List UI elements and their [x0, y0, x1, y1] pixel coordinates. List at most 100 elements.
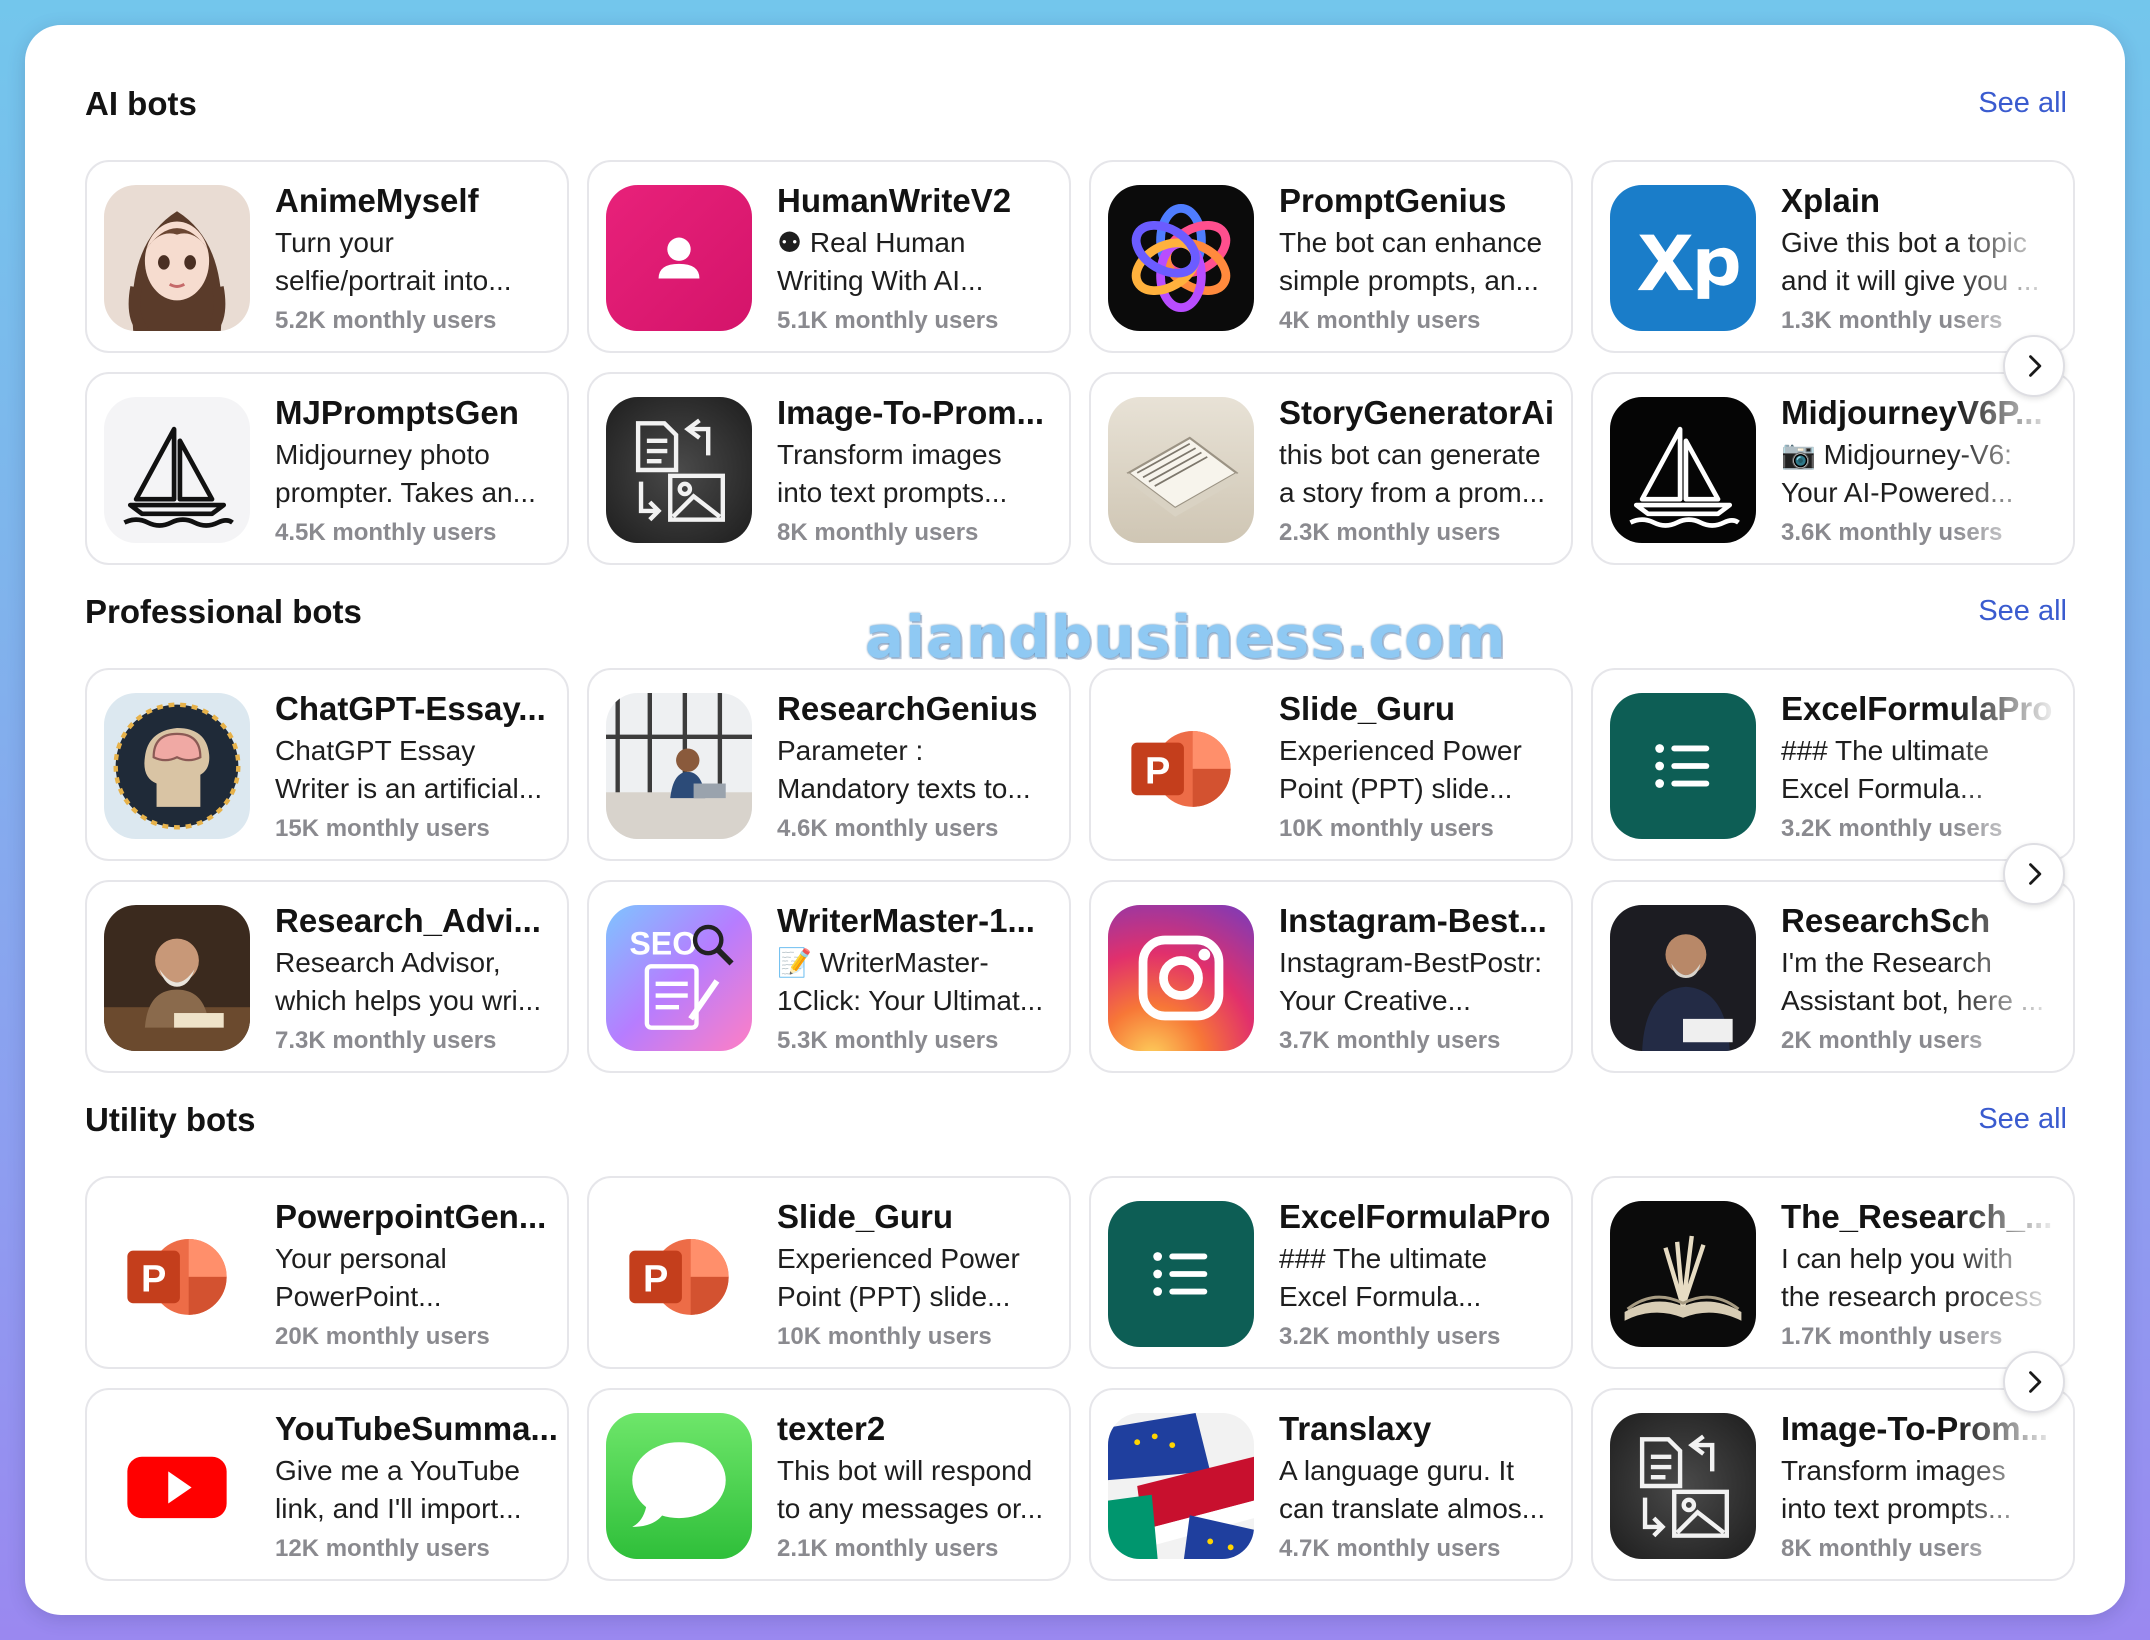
bot-card[interactable]: Instagram-Best... Instagram-BestPostr: You… — [1089, 880, 1573, 1073]
bot-card[interactable]: P Slide_Guru Experienced Power Point (PPT) … — [1089, 668, 1573, 861]
monthly-users-count: 2K monthly users — [1781, 1027, 1983, 1054]
bot-card[interactable]: P PowerpointGen... Your personal PowerPoint… — [85, 1176, 569, 1369]
bot-card[interactable]: SEO WriterMaster-1... 📝 WriterMaster- 1Cli… — [587, 880, 1071, 1073]
powerpoint-logo: P — [606, 1201, 752, 1347]
bot-card[interactable]: ResearchSch I'm the Research Assistant bot… — [1591, 880, 2075, 1073]
bot-card[interactable]: P Slide_Guru Experienced Power Point (PPT) … — [587, 1176, 1071, 1369]
monthly-users-count: 3.2K monthly users — [1781, 815, 2003, 842]
carousel-next-button[interactable] — [2003, 843, 2065, 905]
monthly-users-count: 1.3K monthly users — [1781, 307, 2003, 334]
bot-description-line: I'm the Research — [1781, 947, 1992, 978]
bot-description-line: ### The ultimate — [1279, 1243, 1488, 1274]
list-icon — [1108, 1201, 1254, 1347]
bot-description-line: ⚉ Real Human — [777, 227, 966, 258]
bot-description-line: to any messages or... — [777, 1493, 1044, 1524]
svg-text:P: P — [141, 1259, 166, 1301]
openai-logo — [1108, 185, 1254, 331]
bot-card[interactable]: StoryGeneratorAi this bot can generate a s… — [1089, 372, 1573, 565]
bot-description-line: 1Click: Your Ultimat... — [777, 985, 1044, 1016]
bot-name: ResearchGenius — [777, 690, 1038, 727]
monthly-users-count: 5.3K monthly users — [777, 1027, 999, 1054]
bot-description-line: Experienced Power — [1279, 735, 1522, 766]
bot-name: Instagram-Best... — [1279, 902, 1547, 939]
svg-text:SEO: SEO — [629, 926, 697, 962]
monthly-users-count: 10K monthly users — [777, 1323, 992, 1350]
see-all-link-utility-bots[interactable]: See all — [1978, 1103, 2067, 1136]
monthly-users-count: 4K monthly users — [1279, 307, 1481, 334]
bot-description: Transform images into text prompts... — [777, 436, 1059, 512]
sailboat-icon — [104, 397, 250, 543]
monthly-users-count: 8K monthly users — [777, 519, 979, 546]
bot-description-line: prompter. Takes an... — [275, 477, 536, 508]
bot-card[interactable]: MJPromptsGen Midjourney photo prompter. Ta… — [85, 372, 569, 565]
xp-logo — [1610, 185, 1756, 331]
bot-description-line: into text prompts... — [1781, 1493, 2012, 1524]
bot-name: StoryGeneratorAi — [1279, 394, 1555, 431]
bot-name: Xplain — [1781, 182, 1881, 219]
bot-description-line: Give this bot a topic — [1781, 227, 2027, 258]
svg-text:P: P — [643, 1259, 668, 1301]
bot-description-line: This bot will respond — [777, 1455, 1033, 1486]
bot-description: I can help you with the research process — [1781, 1240, 2063, 1316]
bot-card[interactable]: texter2 This bot will respond to any messa… — [587, 1388, 1071, 1581]
bot-card[interactable]: MidjourneyV6P... 📷 Midjourney-V6: Your AI-… — [1591, 372, 2075, 565]
bot-card[interactable]: Research_Advi... Research Advisor, which h… — [85, 880, 569, 1073]
bot-name: AnimeMyself — [275, 182, 479, 219]
bot-name: texter2 — [777, 1410, 886, 1447]
bot-description-line: can translate almos... — [1279, 1493, 1546, 1524]
bot-description-line: 📷 Midjourney-V6: — [1781, 439, 2012, 470]
bot-description: 📷 Midjourney-V6: Your AI-Powered... — [1781, 436, 2063, 512]
bot-card[interactable]: Translaxy A language guru. It can translat… — [1089, 1388, 1573, 1581]
bot-card[interactable]: AnimeMyself Turn your selfie/portrait into… — [85, 160, 569, 353]
person-icon — [606, 185, 752, 331]
bot-name: PowerpointGen... — [275, 1198, 547, 1235]
section-title-ai-bots: AI bots — [85, 85, 197, 122]
bot-description-line: into text prompts... — [777, 477, 1008, 508]
bot-description-line: Your personal — [275, 1243, 447, 1274]
bot-card[interactable]: ChatGPT-Essay... ChatGPT Essay Writer is a… — [85, 668, 569, 861]
bot-name: ExcelFormulaPro — [1781, 690, 2053, 727]
bot-description-line: Point (PPT) slide... — [1279, 773, 1513, 804]
bot-card[interactable]: Image-To-Prom... Transform images into tex… — [587, 372, 1071, 565]
bot-description-line: selfie/portrait into... — [275, 265, 512, 296]
bot-name: Slide_Guru — [777, 1198, 954, 1235]
flags-collage — [1108, 1413, 1254, 1559]
bot-description-line: Transform images — [777, 439, 1002, 470]
monthly-users-count: 8K monthly users — [1781, 1535, 1983, 1562]
bot-description-line: A language guru. It — [1279, 1455, 1515, 1486]
bot-card[interactable]: The_Research_... I can help you with the r… — [1591, 1176, 2075, 1369]
see-all-link-ai-bots[interactable]: See all — [1978, 87, 2067, 120]
bot-description-line: PowerPoint... — [275, 1281, 442, 1312]
bot-description: ### The ultimate Excel Formula... — [1781, 732, 2063, 808]
bot-card[interactable]: PromptGenius The bot can enhance simple pr… — [1089, 160, 1573, 353]
monthly-users-count: 20K monthly users — [275, 1323, 490, 1350]
see-all-link-professional-bots[interactable]: See all — [1978, 595, 2067, 628]
bot-card[interactable]: ExcelFormulaPro ### The ultimate Excel For… — [1591, 668, 2075, 861]
bot-description: This bot will respond to any messages or.… — [777, 1452, 1059, 1528]
image-to-text-icon — [1610, 1413, 1756, 1559]
bot-description-line: and it will give you ... — [1781, 265, 2040, 296]
list-icon — [1610, 693, 1756, 839]
bot-description-line: ChatGPT Essay — [275, 735, 476, 766]
notebook-photo — [1108, 397, 1254, 543]
bot-description: Experienced Power Point (PPT) slide... — [777, 1240, 1059, 1316]
office-man-photo — [606, 693, 752, 839]
carousel-next-button[interactable] — [2003, 335, 2065, 397]
section-title-professional-bots: Professional bots — [85, 593, 362, 630]
brain-head-illustration — [104, 693, 250, 839]
bot-card[interactable]: HumanWriteV2 ⚉ Real Human Writing With AI.… — [587, 160, 1071, 353]
messages-bubble-icon — [606, 1413, 752, 1559]
bot-description: ⚉ Real Human Writing With AI... — [777, 224, 1059, 300]
bot-card[interactable]: ResearchGenius Parameter : Mandatory texts… — [587, 668, 1071, 861]
bot-card[interactable]: ExcelFormulaPro ### The ultimate Excel For… — [1089, 1176, 1573, 1369]
bot-card[interactable]: Xplain Give this bot a topic and it will g… — [1591, 160, 2075, 353]
bot-description: 📝 WriterMaster- 1Click: Your Ultimat... — [777, 944, 1059, 1020]
carousel-next-button[interactable] — [2003, 1351, 2065, 1413]
bot-card[interactable]: YouTubeSumma... Give me a YouTube link, an… — [85, 1388, 569, 1581]
bot-name: The_Research_... — [1781, 1198, 2053, 1235]
bot-description: this bot can generate a story from a prom… — [1279, 436, 1561, 512]
bot-name: WriterMaster-1... — [777, 902, 1035, 939]
bot-card[interactable]: Image-To-Prom... Transform images into tex… — [1591, 1388, 2075, 1581]
bot-name: MidjourneyV6P... — [1781, 394, 2043, 431]
man-signing-photo — [1610, 905, 1756, 1051]
